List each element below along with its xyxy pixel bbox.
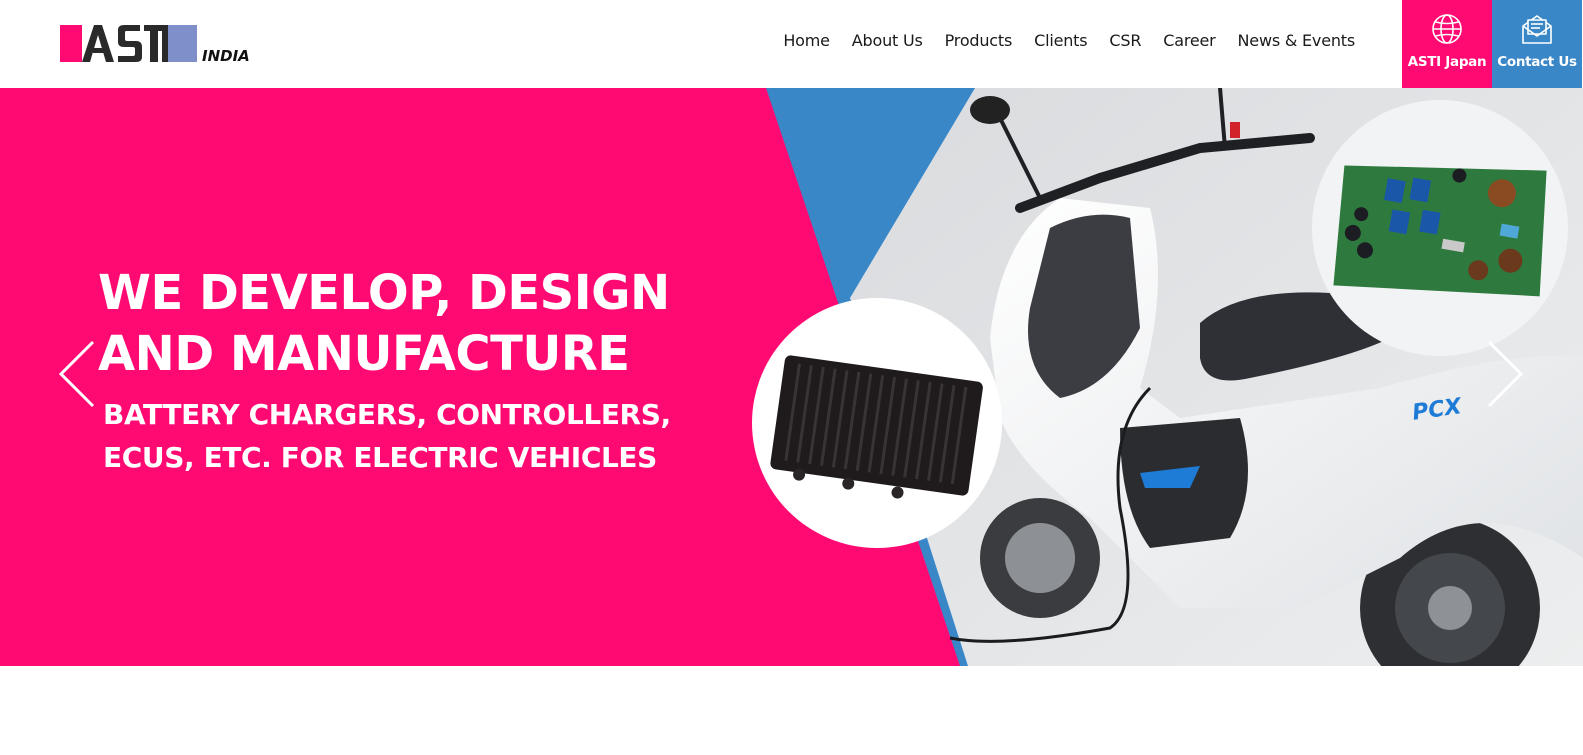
nav-clients[interactable]: Clients	[1034, 31, 1087, 50]
hero-slider: PCX WE DEVELOP, DESIGN AND MANUFACTURE B…	[0, 88, 1583, 666]
slider-prev-button[interactable]	[58, 340, 98, 408]
nav-about-us[interactable]: About Us	[852, 31, 923, 50]
site-header: INDIA Home About Us Products Clients CSR…	[0, 0, 1583, 88]
slider-next-button[interactable]	[1484, 340, 1524, 408]
globe-icon	[1431, 12, 1463, 46]
asti-japan-button[interactable]: ASTI Japan	[1402, 0, 1492, 88]
contact-us-button[interactable]: Contact Us	[1492, 0, 1582, 88]
pcb-product-circle	[1312, 100, 1568, 356]
asti-japan-label: ASTI Japan	[1407, 54, 1487, 70]
nav-csr[interactable]: CSR	[1109, 31, 1141, 50]
hero-subheadline-line-2: ECUS, ETC. FOR ELECTRIC VEHICLES	[103, 441, 657, 474]
nav-news-events[interactable]: News & Events	[1238, 31, 1356, 50]
asti-india-logo[interactable]: INDIA	[58, 22, 258, 70]
nav-career[interactable]: Career	[1163, 31, 1215, 50]
nav-home[interactable]: Home	[783, 31, 830, 50]
envelope-icon	[1520, 12, 1554, 46]
chevron-right-icon	[1487, 340, 1524, 408]
hero-subheadline: BATTERY CHARGERS, CONTROLLERS, ECUS, ETC…	[103, 393, 671, 479]
nav-products[interactable]: Products	[945, 31, 1013, 50]
main-nav: Home About Us Products Clients CSR Caree…	[761, 31, 1355, 50]
contact-us-label: Contact Us	[1497, 54, 1577, 70]
chevron-left-icon	[58, 340, 95, 408]
charger-product-circle	[752, 298, 1002, 548]
hero-headline-line-2: AND MANUFACTURE	[98, 326, 630, 382]
hero-subheadline-line-1: BATTERY CHARGERS, CONTROLLERS,	[103, 398, 671, 431]
svg-text:INDIA: INDIA	[202, 47, 250, 65]
hero-headline-line-1: WE DEVELOP, DESIGN	[98, 265, 670, 321]
hero-headline: WE DEVELOP, DESIGN AND MANUFACTURE	[98, 263, 670, 385]
